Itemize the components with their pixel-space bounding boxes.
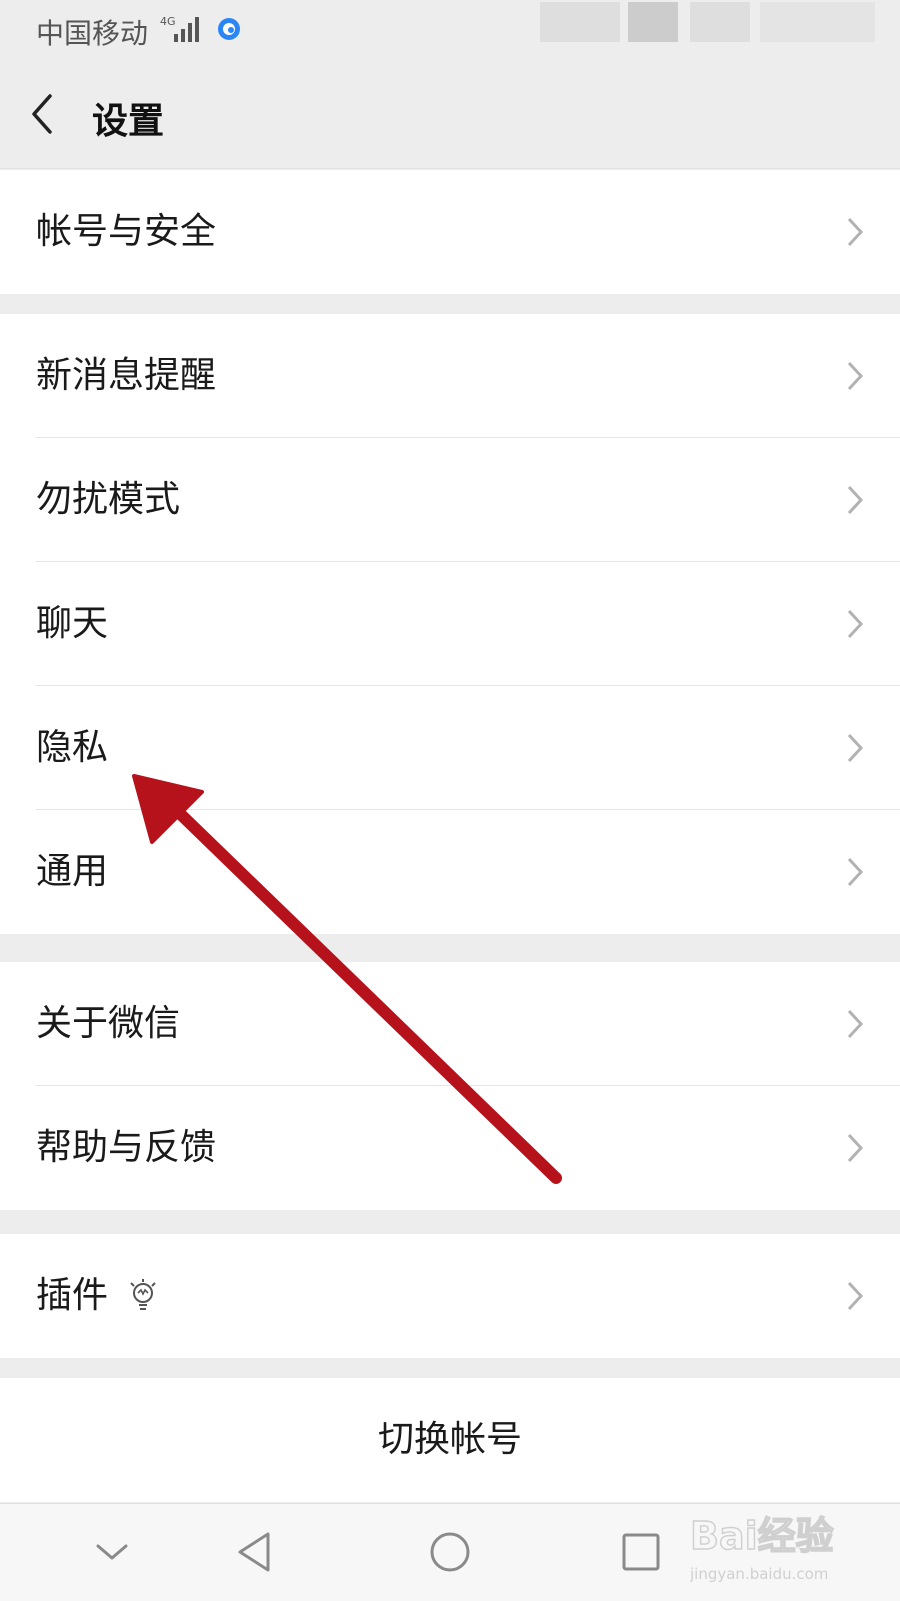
settings-item-label: 隐私 bbox=[36, 727, 109, 768]
back-triangle-icon[interactable] bbox=[232, 1528, 280, 1576]
status-bar: 中国移动 4G bbox=[0, 0, 900, 62]
settings-item-chat[interactable]: 聊天 bbox=[0, 562, 900, 686]
settings-group-plugins: 插件 bbox=[0, 1234, 900, 1358]
home-circle-icon[interactable] bbox=[426, 1528, 474, 1576]
carrier-name: 中国移动 bbox=[36, 17, 149, 50]
settings-group-general: 新消息提醒 勿扰模式 聊天 隐私 通用 bbox=[0, 314, 900, 934]
settings-item-label: 聊天 bbox=[36, 603, 109, 644]
settings-item-label: 新消息提醒 bbox=[36, 355, 217, 396]
settings-item-label: 勿扰模式 bbox=[36, 479, 181, 520]
page-title: 设置 bbox=[92, 101, 165, 142]
settings-item-plugins[interactable]: 插件 bbox=[0, 1234, 900, 1358]
back-arrow-icon[interactable] bbox=[28, 92, 58, 136]
switch-account-button[interactable]: 切换帐号 bbox=[0, 1378, 900, 1502]
header: 设置 bbox=[0, 62, 900, 169]
settings-item-label: 关于微信 bbox=[36, 1003, 181, 1044]
settings-item-label: 通用 bbox=[36, 851, 109, 892]
blurred-status-icons bbox=[760, 2, 875, 42]
chevron-right-icon bbox=[847, 1281, 864, 1311]
settings-item-privacy[interactable]: 隐私 bbox=[0, 686, 900, 810]
settings-item-new-message-alerts[interactable]: 新消息提醒 bbox=[0, 314, 900, 438]
chevron-right-icon bbox=[847, 485, 864, 515]
settings-item-label: 帮助与反馈 bbox=[36, 1127, 217, 1168]
settings-item-general[interactable]: 通用 bbox=[0, 810, 900, 934]
chevron-right-icon bbox=[847, 217, 864, 247]
chevron-right-icon bbox=[847, 1009, 864, 1039]
settings-item-label: 插件 bbox=[36, 1275, 109, 1316]
switch-account-label: 切换帐号 bbox=[377, 1419, 522, 1460]
chevron-right-icon bbox=[847, 857, 864, 887]
blurred-status-icons bbox=[540, 2, 620, 42]
settings-item-do-not-disturb[interactable]: 勿扰模式 bbox=[0, 438, 900, 562]
blurred-status-icons bbox=[690, 2, 750, 42]
settings-item-about-wechat[interactable]: 关于微信 bbox=[0, 962, 900, 1086]
signal-icon: 4G bbox=[160, 15, 199, 42]
bulb-icon bbox=[130, 1279, 156, 1310]
chevron-right-icon bbox=[847, 361, 864, 391]
recents-square-icon[interactable] bbox=[617, 1528, 665, 1576]
system-nav-bar bbox=[0, 1503, 900, 1601]
blurred-status-icons bbox=[628, 2, 678, 42]
chevron-right-icon bbox=[847, 1133, 864, 1163]
settings-group-about: 关于微信 帮助与反馈 bbox=[0, 962, 900, 1210]
chevron-right-icon bbox=[847, 609, 864, 639]
chevron-down-icon[interactable] bbox=[88, 1528, 136, 1576]
settings-item-label: 帐号与安全 bbox=[36, 211, 217, 252]
network-type-label: 4G bbox=[160, 15, 176, 28]
settings-item-account-security[interactable]: 帐号与安全 bbox=[0, 170, 900, 294]
settings-item-help-feedback[interactable]: 帮助与反馈 bbox=[0, 1086, 900, 1210]
browser-app-icon bbox=[218, 18, 240, 40]
chevron-right-icon bbox=[847, 733, 864, 763]
settings-group-account: 帐号与安全 bbox=[0, 170, 900, 294]
